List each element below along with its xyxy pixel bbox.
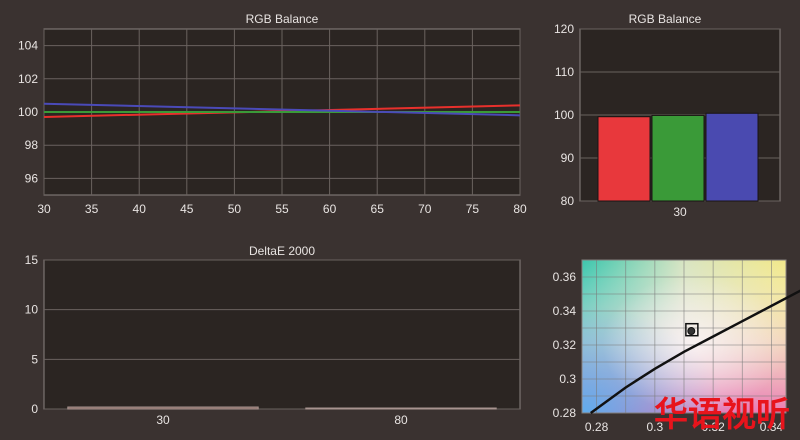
y-tick-label: 110 bbox=[555, 65, 574, 79]
chart-canvas: RGB Balance 969810010210430 35 40 45 50 55 60 6… bbox=[18, 12, 800, 435]
y-tick-label: 0 bbox=[31, 402, 38, 416]
x-tick-label: 80 bbox=[394, 413, 408, 427]
x-tick-label: 60 bbox=[323, 202, 337, 216]
y-tick-label: 100 bbox=[554, 108, 574, 122]
bar-2 bbox=[705, 112, 759, 202]
rgb-balance-line-chart: RGB Balance 96 98 100 102 104 30 35 40 45 50 55 60 6… bbox=[18, 12, 527, 216]
y-tick-label: 104 bbox=[18, 39, 38, 53]
x-tick-label: 75 bbox=[466, 202, 480, 216]
rgb-balance-bar-chart: RGB Balance 80 90 100 110 120 30 bbox=[554, 12, 781, 219]
x-tick-label: 70 bbox=[418, 202, 432, 216]
x-tick-label: 80 bbox=[513, 202, 527, 216]
chart2-title: RGB Balance bbox=[629, 12, 702, 26]
x-tick-label: 65 bbox=[371, 202, 385, 216]
chart2-series bbox=[597, 112, 759, 202]
y-tick-label: 0.34 bbox=[553, 304, 577, 318]
bar-0 bbox=[67, 406, 259, 410]
y-tick-label: 0.36 bbox=[553, 270, 577, 284]
chart1-title: RGB Balance bbox=[246, 12, 319, 26]
y-tick-label: 80 bbox=[561, 194, 575, 208]
measured-point-0 bbox=[687, 327, 696, 336]
x-tick-label: 50 bbox=[228, 202, 242, 216]
y-tick-label: 96 bbox=[25, 171, 39, 185]
y-tick-label: 120 bbox=[554, 22, 574, 36]
x-tick-label: 55 bbox=[275, 202, 289, 216]
x-tick-label: 45 bbox=[180, 202, 194, 216]
y-tick-label: 100 bbox=[18, 105, 38, 119]
x-tick-label: 35 bbox=[85, 202, 99, 216]
y-tick-label: 15 bbox=[25, 253, 39, 267]
bar-1 bbox=[305, 407, 497, 410]
x-tick-label: 40 bbox=[133, 202, 147, 216]
x-tick-label: 0.28 bbox=[585, 420, 609, 434]
x-tick-label: 30 bbox=[37, 202, 51, 216]
chart3-plot-area bbox=[43, 259, 521, 410]
chart3-title: DeltaE 2000 bbox=[249, 244, 315, 258]
y-tick-label: 0.28 bbox=[553, 406, 577, 420]
y-tick-label: 10 bbox=[25, 303, 39, 317]
y-tick-label: 5 bbox=[31, 352, 38, 366]
y-tick-label: 90 bbox=[561, 151, 575, 165]
bar-1 bbox=[651, 114, 705, 202]
y-tick-label: 102 bbox=[18, 72, 38, 86]
watermark-text: 华语视听 bbox=[654, 395, 790, 435]
bar-0 bbox=[597, 116, 651, 202]
y-tick-label: 0.3 bbox=[559, 372, 576, 386]
x-tick-label: 30 bbox=[156, 413, 170, 427]
x-tick-label: 30 bbox=[673, 205, 687, 219]
y-tick-label: 0.32 bbox=[553, 338, 577, 352]
deltae-bar-chart: DeltaE 2000 0 5 10 15 30 80 bbox=[25, 244, 521, 427]
y-tick-label: 98 bbox=[25, 138, 39, 152]
